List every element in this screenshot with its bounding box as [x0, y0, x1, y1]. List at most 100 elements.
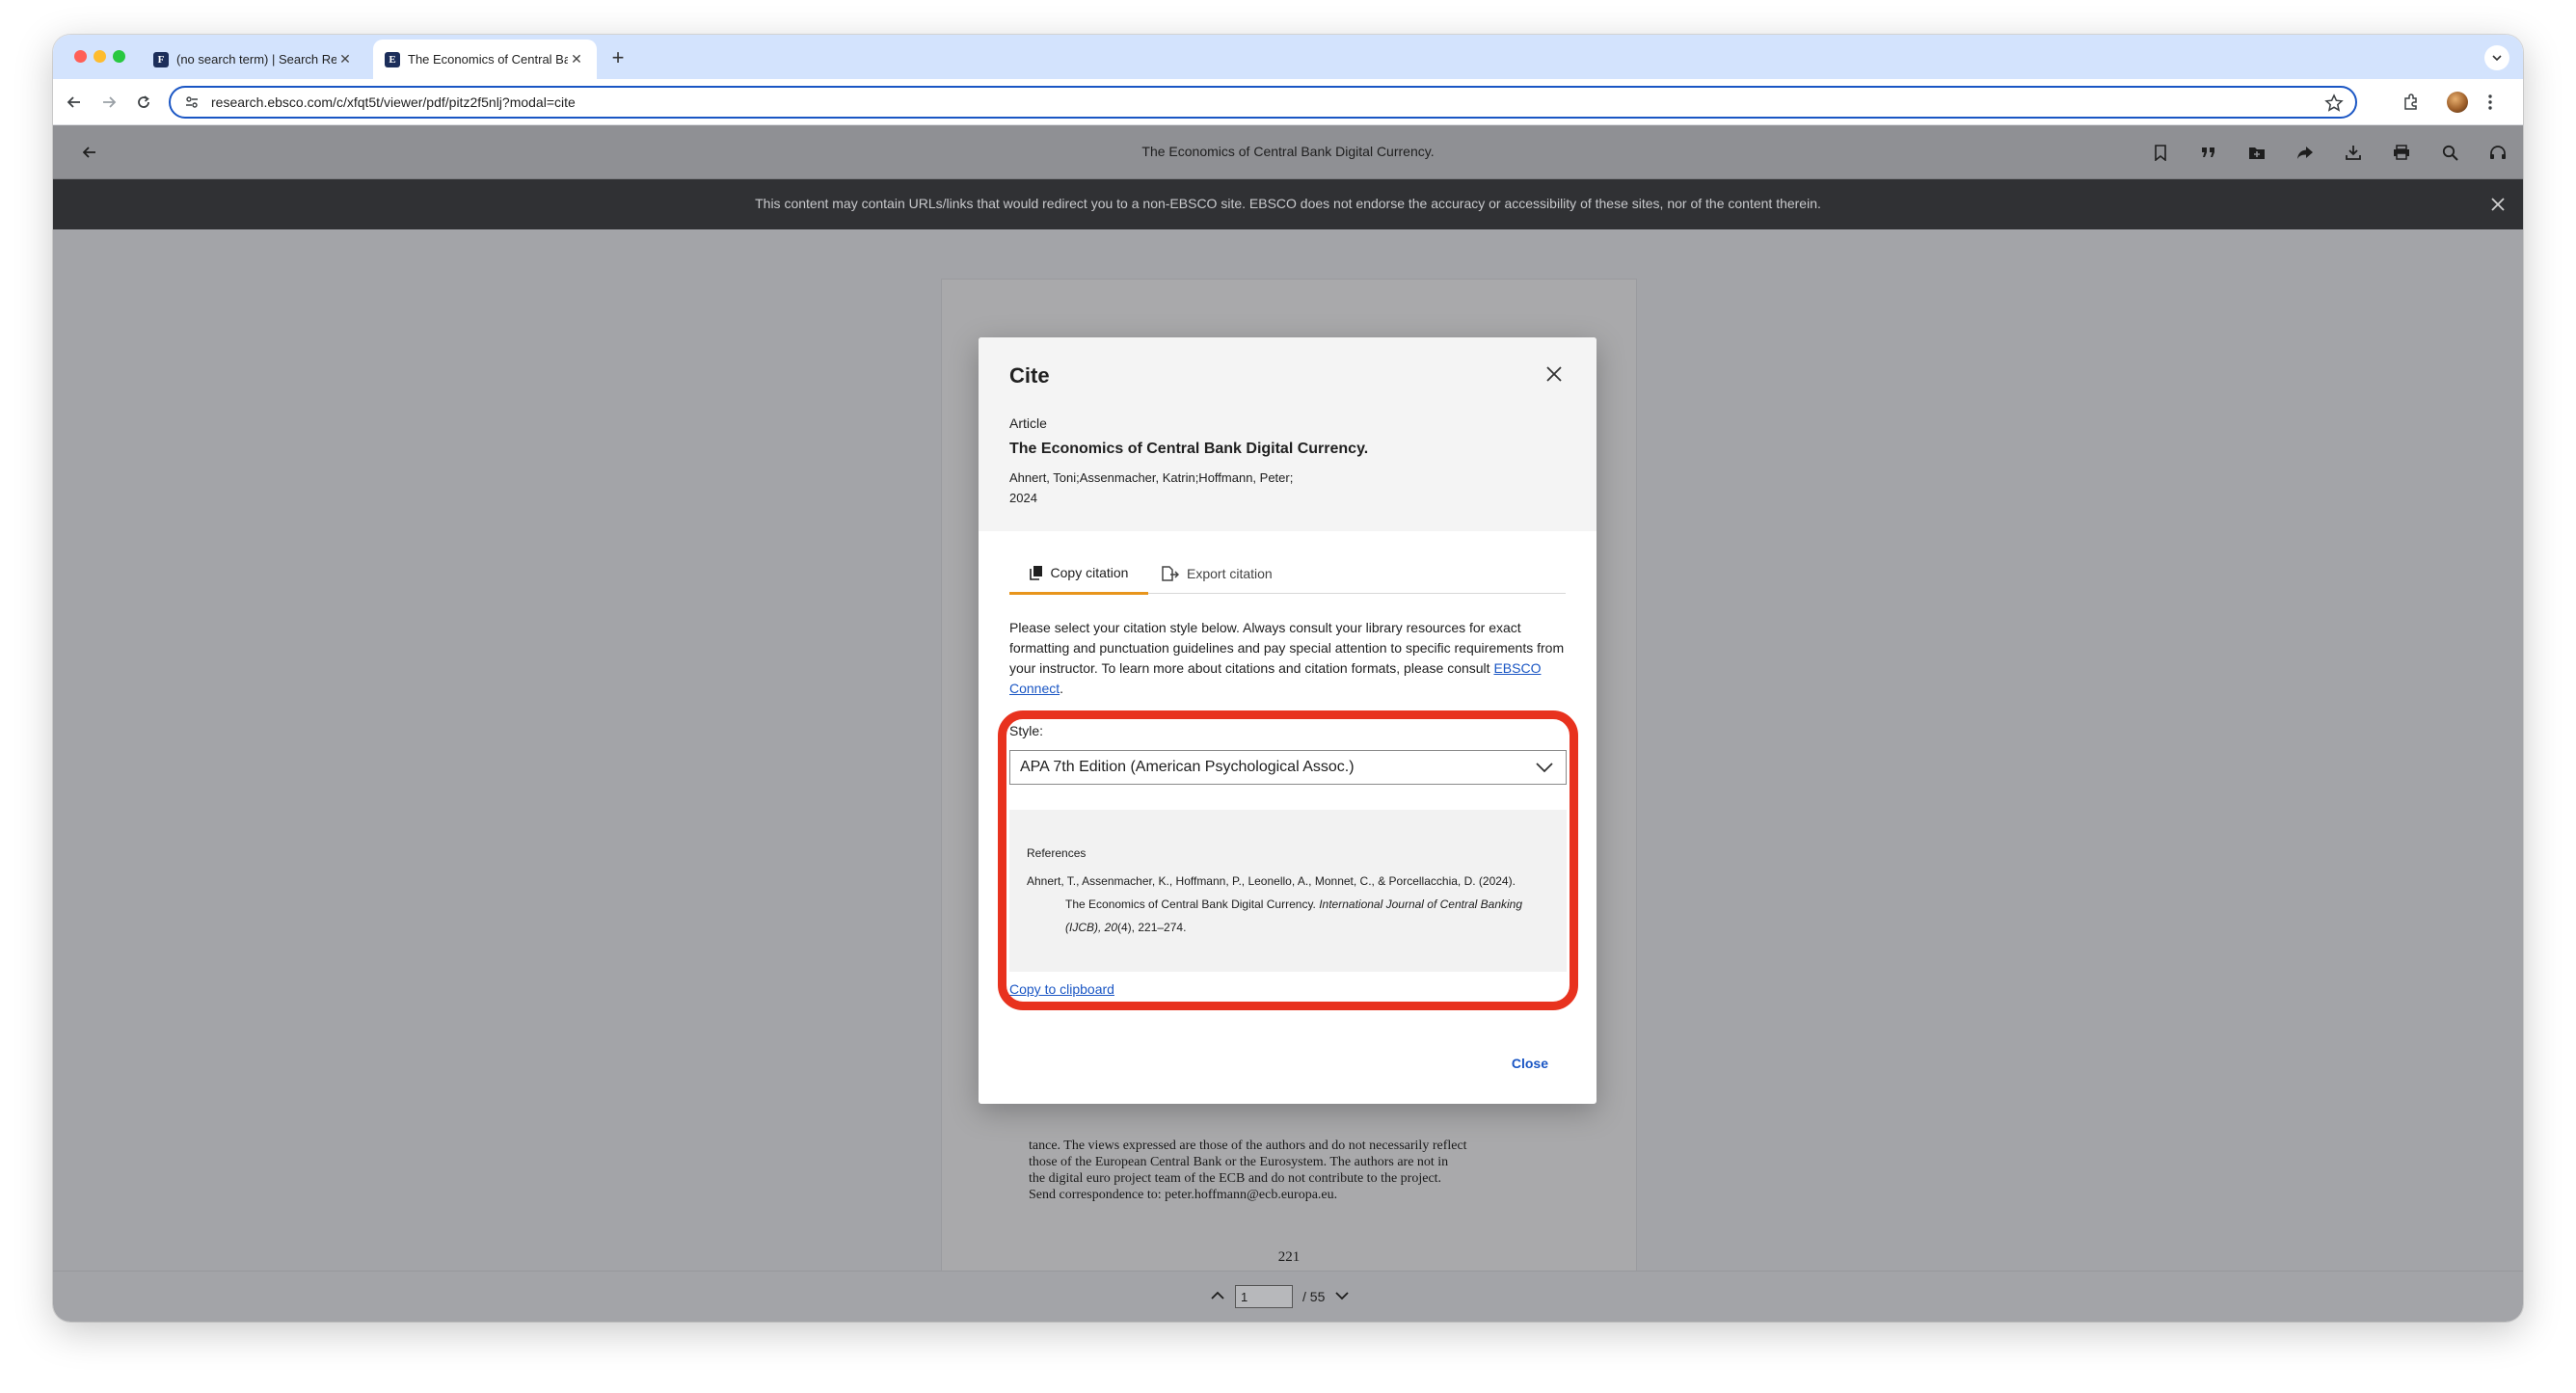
copy-icon	[1029, 566, 1042, 580]
pdf-page-number: 221	[1277, 1249, 1301, 1265]
instructions-text: Please select your citation style below.…	[1009, 620, 1565, 676]
bookmark-icon	[2155, 144, 2166, 161]
extensions-button[interactable]	[2400, 91, 2423, 114]
pdf-text-line: Send correspondence to: peter.hoffmann@e…	[1029, 1188, 1338, 1202]
chevron-up-icon	[1211, 1291, 1224, 1299]
citation-journal-volume: (IJCB), 20	[1065, 921, 1118, 934]
close-icon	[2491, 198, 2505, 211]
bookmark-button[interactable]	[2149, 141, 2172, 164]
page-number-input[interactable]	[1235, 1285, 1293, 1308]
modal-close-button[interactable]	[1541, 361, 1568, 388]
window-minimize-button[interactable]	[94, 50, 106, 63]
pager: / 55	[1210, 1281, 1350, 1312]
share-button[interactable]	[2294, 141, 2317, 164]
close-button[interactable]: Close	[1512, 1056, 1548, 1071]
tab-title: The Economics of Central Ba	[408, 52, 568, 67]
pdf-footnote-text: tance. The views expressed are those of …	[1029, 1138, 1559, 1203]
banner-close-button[interactable]	[2486, 193, 2509, 216]
print-icon	[2394, 145, 2409, 160]
citation-preview: References Ahnert, T., Assenmacher, K., …	[1009, 810, 1567, 972]
tab-title: (no search term) | Search Res	[176, 52, 336, 67]
address-bar[interactable]: research.ebsco.com/c/xfqt5t/viewer/pdf/p…	[169, 86, 2357, 119]
avatar	[2447, 92, 2468, 113]
tab-label: Export citation	[1187, 566, 1273, 581]
add-folder-icon	[2249, 147, 2265, 159]
tab-strip: F (no search term) | Search Res ✕ E The …	[53, 35, 2523, 79]
chevron-down-icon	[1335, 1292, 1349, 1300]
favicon-icon: E	[385, 51, 400, 67]
selected-style: APA 7th Edition (American Psychological …	[1020, 759, 1355, 775]
more-vertical-icon	[2488, 94, 2492, 110]
browser-toolbar: research.ebsco.com/c/xfqt5t/viewer/pdf/p…	[53, 79, 2523, 125]
tab-label: Copy citation	[1050, 565, 1129, 580]
copy-to-clipboard-link[interactable]: Copy to clipboard	[1009, 981, 1114, 997]
modal-header: Cite Article The Economics of Central Ba…	[979, 337, 1597, 531]
citation-pages: (4), 221–274.	[1117, 921, 1187, 934]
arrow-left-icon	[67, 96, 80, 108]
disclaimer-banner: This content may contain URLs/links that…	[53, 179, 2523, 229]
download-icon	[2346, 146, 2361, 160]
close-icon[interactable]: ✕	[336, 51, 354, 68]
print-button[interactable]	[2390, 141, 2413, 164]
citation-journal: International Journal of Central Banking	[1319, 897, 1523, 911]
tab-copy-citation[interactable]: Copy citation	[1009, 553, 1148, 595]
cite-modal: Cite Article The Economics of Central Ba…	[979, 337, 1597, 1104]
reload-button[interactable]	[132, 91, 155, 114]
listen-button[interactable]	[2486, 141, 2509, 164]
download-button[interactable]	[2342, 141, 2365, 164]
disclaimer-text: This content may contain URLs/links that…	[755, 196, 1821, 211]
chevron-down-icon	[2492, 55, 2502, 62]
back-button[interactable]	[63, 91, 86, 114]
site-info-icon[interactable]	[184, 94, 200, 110]
chevron-down-icon	[1536, 763, 1553, 773]
browser-menu-button[interactable]	[2479, 91, 2502, 114]
cite-tabs: Copy citation Export citation	[1009, 553, 1566, 595]
search-icon	[2442, 145, 2458, 161]
tab-export-citation[interactable]: Export citation	[1162, 553, 1273, 594]
instructions-end: .	[1060, 681, 1064, 696]
tab-search-button[interactable]	[2484, 45, 2509, 70]
article-type: Article	[1009, 415, 1047, 431]
citation-line: Ahnert, T., Assenmacher, K., Hoffmann, P…	[1027, 874, 1516, 888]
add-to-folder-button[interactable]	[2245, 141, 2268, 164]
forward-button[interactable]	[97, 91, 121, 114]
viewer-header: The Economics of Central Bank Digital Cu…	[53, 125, 2523, 179]
headphones-icon	[2490, 146, 2506, 159]
new-tab-button[interactable]: +	[604, 44, 631, 71]
browser-tab-article[interactable]: E The Economics of Central Ba ✕	[373, 40, 597, 79]
search-button[interactable]	[2438, 141, 2461, 164]
citation-style-select[interactable]: APA 7th Edition (American Psychological …	[1009, 750, 1567, 785]
citation-line: (IJCB), 20(4), 221–274.	[1027, 916, 1555, 939]
pdf-text-line: tance. The views expressed are those of …	[1029, 1139, 1467, 1153]
puzzle-icon	[2404, 94, 2417, 110]
citation-title: The Economics of Central Bank Digital Cu…	[1065, 897, 1320, 911]
export-icon	[1162, 566, 1179, 581]
cite-quote-icon	[2202, 147, 2214, 157]
references-label: References	[1027, 846, 1087, 860]
citation-instructions: Please select your citation style below.…	[1009, 618, 1569, 699]
page-total: / 55	[1302, 1289, 1326, 1304]
url-text: research.ebsco.com/c/xfqt5t/viewer/pdf/p…	[211, 94, 576, 110]
close-icon[interactable]: ✕	[568, 51, 585, 68]
modal-title: Cite	[1009, 363, 1050, 388]
window-maximize-button[interactable]	[113, 50, 125, 63]
article-authors: Ahnert, Toni;Assenmacher, Katrin;Hoffman…	[1009, 470, 1294, 485]
browser-tab-search-results[interactable]: F (no search term) | Search Res ✕	[142, 40, 365, 79]
favicon-icon: F	[153, 51, 169, 67]
close-icon	[1546, 366, 1562, 382]
next-page-button[interactable]	[1334, 1289, 1350, 1304]
share-icon	[2297, 146, 2313, 159]
citation-line: The Economics of Central Bank Digital Cu…	[1027, 893, 1555, 916]
pdf-text-line: the digital euro project team of the ECB…	[1029, 1171, 1442, 1186]
article-year: 2024	[1009, 491, 1037, 505]
previous-page-button[interactable]	[1210, 1289, 1225, 1304]
window-close-button[interactable]	[74, 50, 87, 63]
pager-bar: / 55	[53, 1271, 2523, 1322]
cite-button[interactable]	[2197, 141, 2220, 164]
citation-text: Ahnert, T., Assenmacher, K., Hoffmann, P…	[1027, 870, 1555, 939]
profile-button[interactable]	[2446, 91, 2469, 114]
style-label: Style:	[1009, 723, 1044, 738]
pdf-text-line: those of the European Central Bank or th…	[1029, 1155, 1449, 1169]
reload-icon	[138, 95, 149, 108]
bookmark-star-icon[interactable]	[2324, 94, 2344, 113]
